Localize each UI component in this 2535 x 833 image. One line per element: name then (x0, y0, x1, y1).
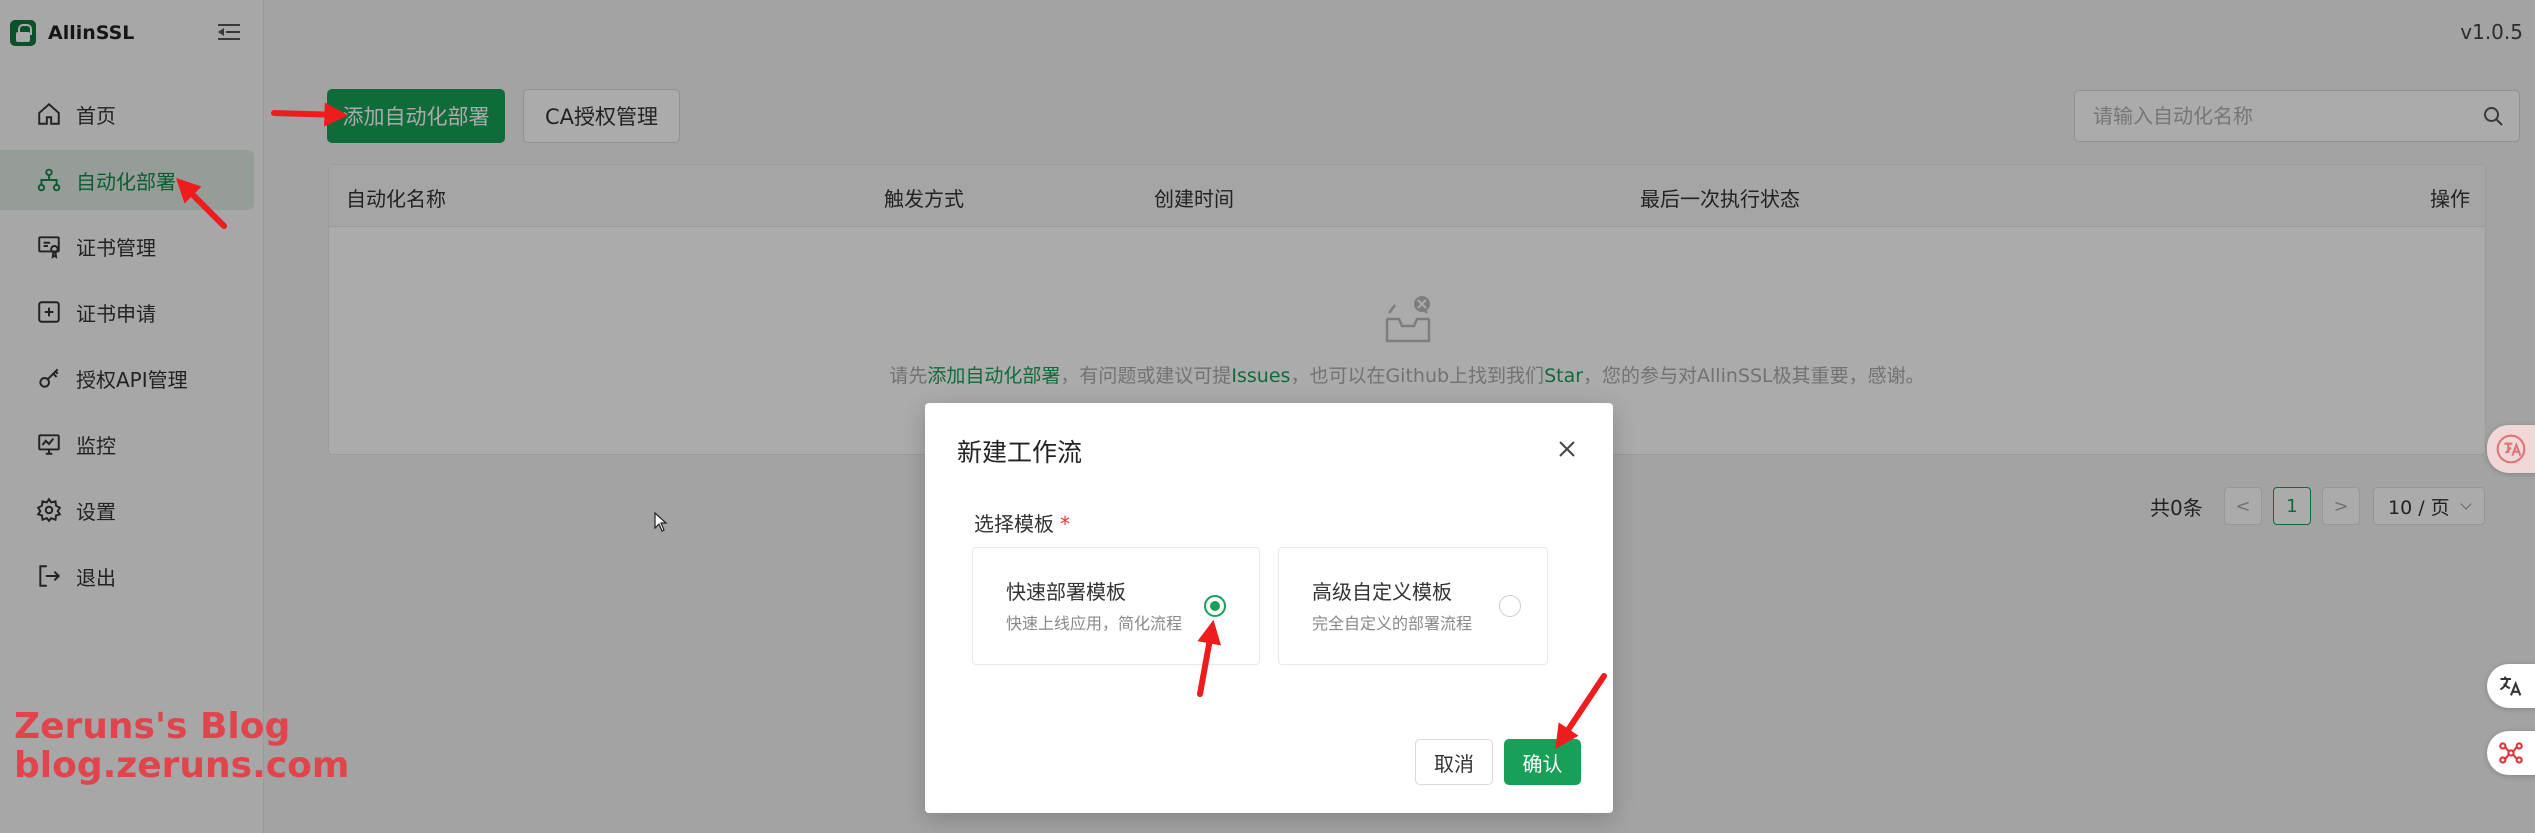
template-card-quick[interactable]: 快速部署模板 快速上线应用，简化流程 (972, 547, 1260, 665)
template-title: 快速部署模板 (1006, 580, 1126, 604)
template-field-label: 选择模板 * (974, 508, 1070, 537)
floating-mindmap-button[interactable] (2487, 731, 2535, 775)
mouse-cursor-icon (654, 512, 668, 532)
template-card-advanced[interactable]: 高级自定义模板 完全自定义的部署流程 (1278, 547, 1548, 665)
mindmap-icon (2499, 742, 2523, 764)
template-desc: 完全自定义的部署流程 (1312, 614, 1473, 633)
translate-icon (2499, 676, 2522, 696)
confirm-button[interactable]: 确认 (1504, 739, 1581, 785)
template-title: 高级自定义模板 (1312, 580, 1452, 604)
floating-translate-widget[interactable] (2487, 425, 2535, 473)
watermark-line2: blog.zeruns.com (14, 745, 350, 786)
field-label-text: 选择模板 (974, 512, 1054, 536)
dialog-title: 新建工作流 (957, 438, 1083, 467)
required-mark: * (1060, 512, 1070, 536)
close-icon[interactable] (1555, 437, 1579, 461)
template-radio-advanced[interactable] (1499, 595, 1521, 617)
template-desc: 快速上线应用，简化流程 (1006, 614, 1183, 633)
floating-language-button[interactable] (2487, 664, 2535, 708)
template-radio-quick[interactable] (1204, 595, 1226, 617)
new-workflow-dialog: 新建工作流 选择模板 * 快速部署模板 快速上线应用，简化流程 高级自定义模板 完… (925, 403, 1613, 813)
translate-icon (2496, 434, 2526, 464)
watermark-line1: Zeruns's Blog (14, 706, 291, 747)
cancel-button[interactable]: 取消 (1415, 739, 1493, 785)
